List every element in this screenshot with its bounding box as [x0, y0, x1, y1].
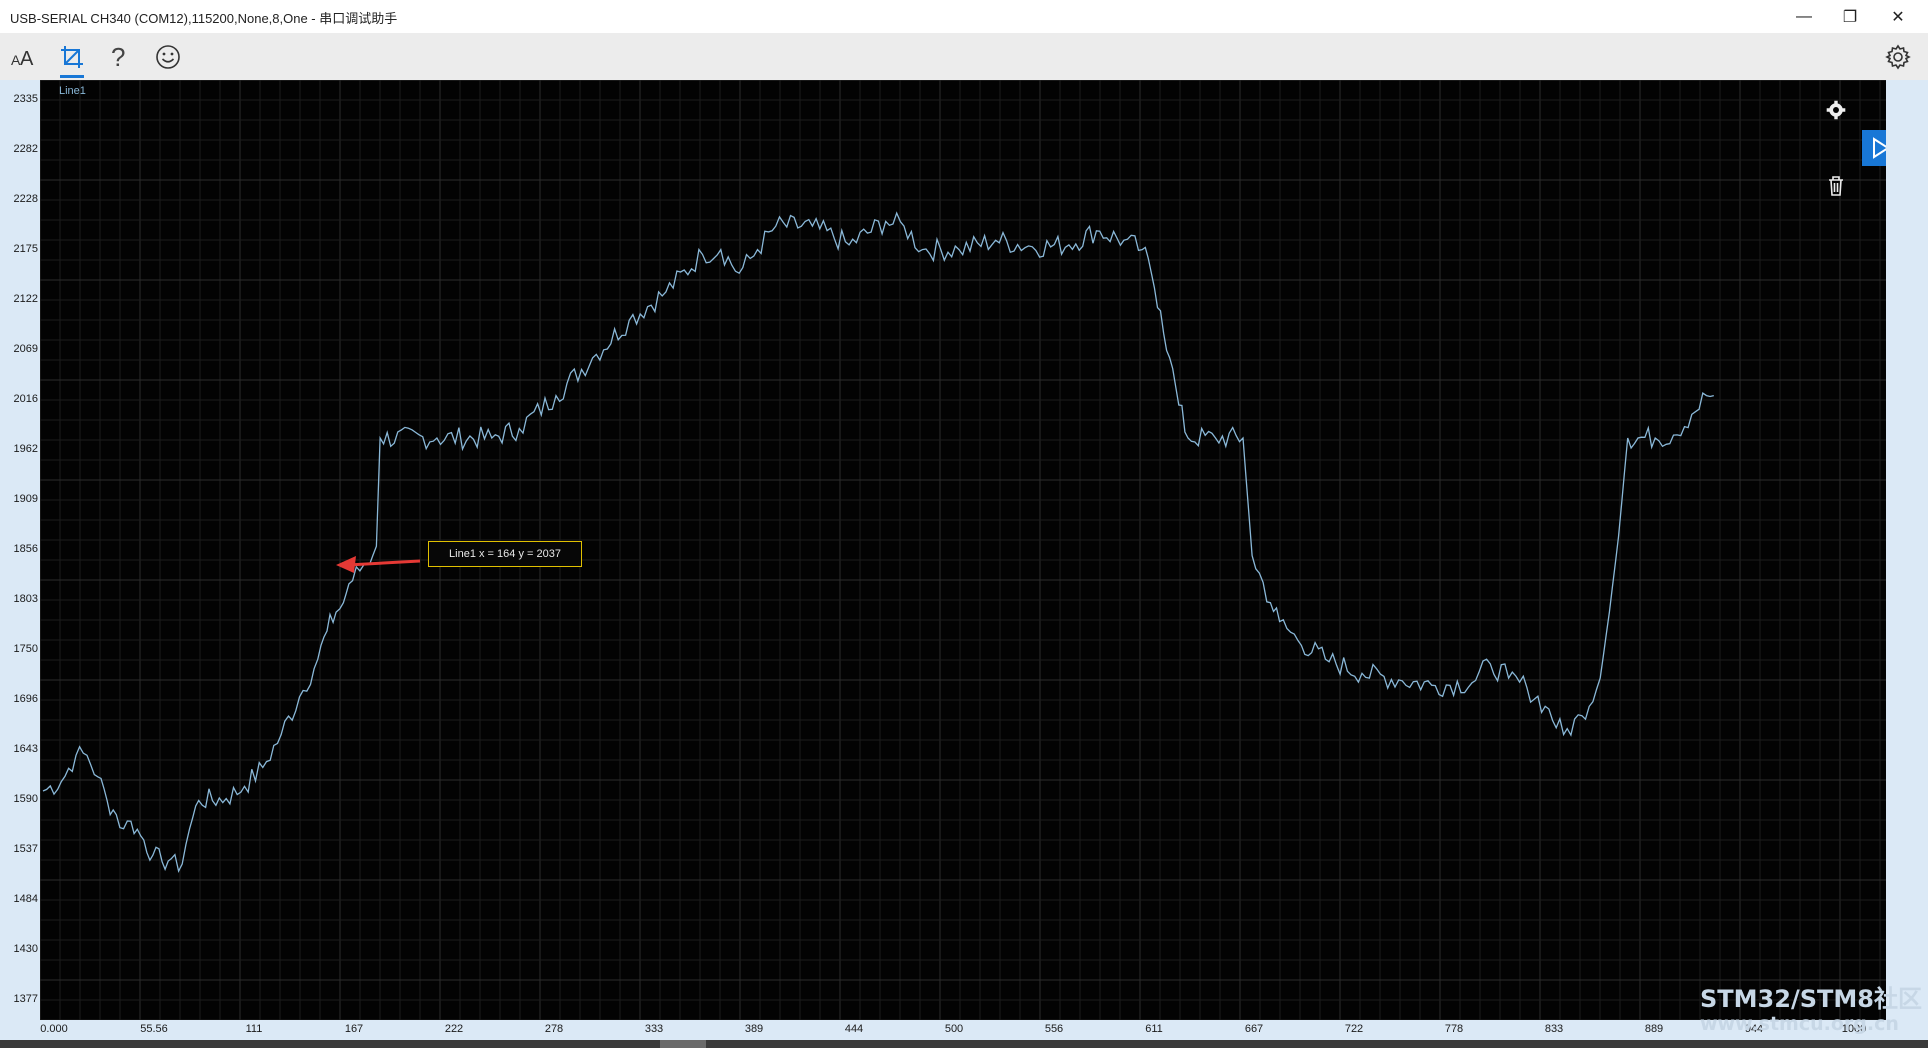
data-point-tooltip: Line1 x = 164 y = 2037	[428, 541, 582, 567]
clear-button[interactable]	[1818, 168, 1854, 204]
y-tick-label: 2016	[13, 393, 38, 405]
gear-icon	[1826, 100, 1846, 120]
tooltip-arrow	[336, 556, 421, 573]
y-tick-label: 1537	[13, 843, 38, 855]
x-tick-label: 222	[444, 1023, 464, 1035]
close-icon: ✕	[1891, 8, 1905, 26]
x-tick-label: 167	[344, 1023, 364, 1035]
font-size-icon: A A	[11, 48, 34, 69]
x-tick-label: 0.000	[40, 1023, 68, 1035]
x-tick-label: 611	[1145, 1023, 1163, 1035]
y-tick-label: 2069	[13, 343, 38, 355]
font-size-button[interactable]: A A	[6, 41, 42, 73]
y-tick-label: 1750	[13, 643, 38, 655]
horizontal-scrollbar[interactable]	[0, 1040, 1928, 1048]
restore-icon: ❐	[1842, 8, 1858, 26]
x-tick-label: 833	[1544, 1023, 1564, 1035]
emoji-button[interactable]	[150, 41, 186, 73]
y-tick-label: 1484	[13, 893, 38, 905]
y-tick-label: 2228	[13, 193, 38, 205]
gear-icon	[1885, 44, 1911, 70]
x-tick-label: 556	[1044, 1023, 1064, 1035]
legend-line1: Line1	[59, 85, 86, 97]
y-tick-label: 1962	[13, 443, 38, 455]
x-tick-label: 444	[844, 1023, 864, 1035]
x-tick-label: 278	[544, 1023, 564, 1035]
plot-area[interactable]: Line1	[40, 80, 1886, 1020]
line-chart: Line1	[40, 80, 1886, 1020]
x-tick-label: 889	[1644, 1023, 1664, 1035]
x-tick-label: 333	[644, 1023, 664, 1035]
smiley-icon	[156, 45, 180, 69]
y-tick-label: 1590	[13, 793, 38, 805]
crop-icon	[61, 46, 83, 68]
toolbar: A A ?	[0, 33, 1928, 80]
help-glyph: ?	[111, 43, 125, 71]
minimize-icon: —	[1796, 7, 1812, 25]
close-button[interactable]: ✕	[1870, 0, 1926, 33]
y-tick-label: 1643	[13, 743, 38, 755]
x-tick-label: 667	[1244, 1023, 1264, 1035]
y-tick-label: 1803	[13, 593, 38, 605]
scrollbar-thumb[interactable]	[660, 1040, 706, 1048]
title-bar: USB-SERIAL CH340 (COM12),115200,None,8,O…	[0, 0, 1928, 33]
help-icon: ?	[111, 43, 125, 71]
trash-icon	[1829, 176, 1843, 196]
plot-settings-button[interactable]	[1818, 92, 1854, 128]
y-tick-label: 1909	[13, 493, 38, 505]
x-tick-label: 55.56	[140, 1023, 168, 1035]
help-button[interactable]: ?	[101, 41, 137, 73]
y-tick-label: 1377	[13, 993, 38, 1005]
x-tick-label: 778	[1444, 1023, 1464, 1035]
y-tick-label: 1856	[13, 543, 38, 555]
watermark-line1: STM32/STM8社区	[1700, 985, 1922, 1013]
play-icon	[1873, 137, 1886, 159]
y-tick-label: 2335	[13, 93, 38, 105]
right-edge	[1918, 80, 1928, 1040]
y-tick-label: 2175	[13, 243, 38, 255]
y-tick-label: 1430	[13, 943, 38, 955]
play-button[interactable]	[1862, 130, 1886, 166]
window-title: USB-SERIAL CH340 (COM12),115200,None,8,O…	[10, 11, 398, 26]
y-tick-label: 2122	[13, 293, 38, 305]
watermark: STM32/STM8社区 www.stmcu.org.cn	[1700, 985, 1922, 1035]
x-tick-label: 722	[1344, 1023, 1364, 1035]
line1-series	[42, 211, 1714, 874]
settings-button[interactable]	[1880, 41, 1916, 73]
x-tick-label: 111	[245, 1023, 263, 1035]
y-tick-label: 2282	[13, 143, 38, 155]
y-tick-label: 1696	[13, 693, 38, 705]
grid-lines	[40, 80, 1886, 1020]
crop-button[interactable]	[54, 41, 90, 78]
x-tick-label: 500	[944, 1023, 964, 1035]
x-tick-label: 389	[744, 1023, 764, 1035]
watermark-line2: www.stmcu.org.cn	[1700, 1013, 1899, 1035]
font-size-large-glyph: A	[20, 48, 34, 69]
